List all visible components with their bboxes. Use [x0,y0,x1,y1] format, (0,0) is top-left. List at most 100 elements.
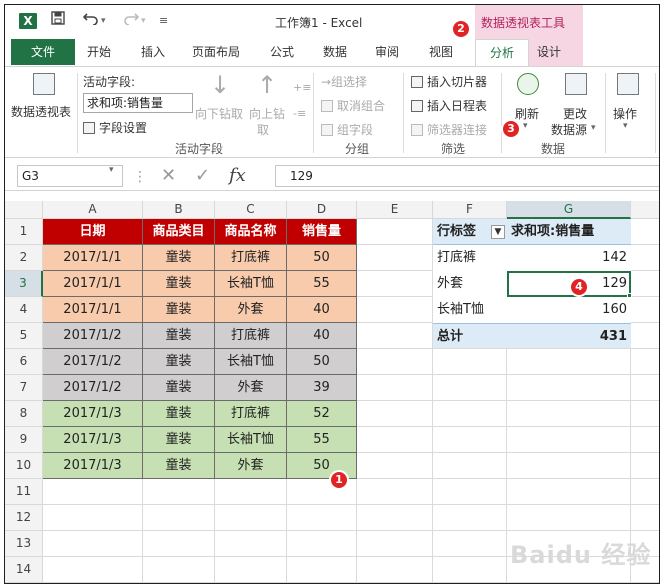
row-header-9[interactable]: 9 [5,427,43,453]
cell[interactable] [433,531,507,557]
row-header-11[interactable]: 11 [5,479,43,505]
cell[interactable] [357,401,433,427]
pivot-total-label[interactable]: 总计 [433,323,507,349]
cell[interactable] [357,531,433,557]
row-header-12[interactable]: 12 [5,505,43,531]
source-data-cell[interactable]: 外套 [215,297,287,323]
cell[interactable] [287,531,357,557]
tab-analyze[interactable]: 分析 [475,39,529,67]
cell[interactable] [631,245,659,271]
source-data-cell[interactable]: 50 [287,245,357,271]
cell[interactable] [507,375,631,401]
cell[interactable] [631,375,659,401]
active-field-input[interactable]: 求和项:销售量 [83,93,193,113]
pivot-value-cell[interactable]: 160 [507,297,631,323]
row-header-13[interactable]: 13 [5,531,43,557]
cell[interactable] [357,323,433,349]
source-data-cell[interactable]: 童装 [143,453,215,479]
cell[interactable] [215,557,287,583]
cell[interactable] [357,349,433,375]
source-data-cell[interactable]: 2017/1/1 [43,245,143,271]
cell[interactable] [631,271,659,297]
pivot-value-header[interactable]: 求和项:销售量 [507,219,631,245]
source-data-cell[interactable]: 2017/1/2 [43,349,143,375]
pivot-row-label[interactable]: 长袖T恤 [433,297,507,323]
cell[interactable] [631,323,659,349]
source-data-cell[interactable]: 50 [287,453,357,479]
cell[interactable] [143,479,215,505]
cell[interactable] [507,349,631,375]
source-data-cell[interactable]: 童装 [143,297,215,323]
source-data-cell[interactable]: 童装 [143,401,215,427]
source-data-cell[interactable]: 打底裤 [215,245,287,271]
name-box-dropdown-icon[interactable]: ▾ [109,165,114,175]
cell[interactable] [433,453,507,479]
column-header-f[interactable]: F [433,201,507,219]
name-box[interactable]: G3 [17,165,123,187]
customize-qat-icon[interactable]: ≡ [159,14,168,27]
cell[interactable] [507,479,631,505]
cell[interactable] [433,349,507,375]
cell[interactable] [357,271,433,297]
cell[interactable] [433,427,507,453]
tab-view[interactable]: 视图 [429,43,453,60]
source-data-cell[interactable]: 童装 [143,349,215,375]
cell[interactable] [631,453,659,479]
source-data-cell[interactable]: 长袖T恤 [215,427,287,453]
cell[interactable] [357,453,433,479]
source-data-cell[interactable]: 40 [287,323,357,349]
row-header-2[interactable]: 2 [5,245,43,271]
fill-handle[interactable] [627,293,632,298]
cell[interactable] [357,479,433,505]
column-header-g[interactable]: G [507,201,631,219]
source-data-cell[interactable]: 50 [287,349,357,375]
source-data-cell[interactable]: 童装 [143,427,215,453]
selected-cell-g3[interactable]: 129 [507,271,631,297]
source-data-cell[interactable]: 39 [287,375,357,401]
cell[interactable] [43,531,143,557]
refresh-dropdown-icon[interactable]: ▾ [523,121,528,131]
source-data-cell[interactable]: 童装 [143,375,215,401]
actions-button[interactable]: 操作 [613,105,637,122]
cell[interactable] [433,401,507,427]
group-selection-button[interactable]: →组选择 [321,73,367,90]
cell[interactable] [631,401,659,427]
tab-review[interactable]: 审阅 [375,43,399,60]
row-header-3[interactable]: 3 [5,271,43,297]
enter-icon[interactable]: ✓ [195,165,210,186]
drill-down-button[interactable]: 向下钻取 [195,105,243,122]
group-field-button[interactable]: 组字段 [321,121,373,138]
row-header-10[interactable]: 10 [5,453,43,479]
source-data-cell[interactable]: 55 [287,271,357,297]
cell[interactable] [357,505,433,531]
cell[interactable] [357,219,433,245]
row-header-7[interactable]: 7 [5,375,43,401]
cell[interactable] [143,557,215,583]
redo-icon[interactable] [123,11,140,29]
cell[interactable] [433,375,507,401]
source-data-cell[interactable]: 打底裤 [215,323,287,349]
row-header-8[interactable]: 8 [5,401,43,427]
source-data-cell[interactable]: 40 [287,297,357,323]
source-data-cell[interactable]: 打底裤 [215,401,287,427]
source-data-cell[interactable]: 长袖T恤 [215,271,287,297]
column-header-e[interactable]: E [357,201,433,219]
insert-function-icon[interactable]: fx [229,165,246,186]
cell[interactable] [631,349,659,375]
source-header-cell[interactable]: 商品名称 [215,219,287,245]
cell[interactable] [43,505,143,531]
row-header-5[interactable]: 5 [5,323,43,349]
cell[interactable] [631,479,659,505]
cell[interactable] [215,531,287,557]
pivot-total-value[interactable]: 431 [507,323,631,349]
refresh-button[interactable]: 刷新 [515,105,539,122]
source-data-cell[interactable]: 2017/1/3 [43,427,143,453]
pivot-row-label[interactable]: 外套 [433,271,507,297]
formula-input[interactable]: 129 [275,165,659,187]
tab-page-layout[interactable]: 页面布局 [192,43,240,60]
source-data-cell[interactable]: 外套 [215,375,287,401]
change-source-button[interactable]: 更改 [563,105,587,122]
cell[interactable] [143,531,215,557]
source-data-cell[interactable]: 55 [287,427,357,453]
source-data-cell[interactable]: 2017/1/1 [43,297,143,323]
